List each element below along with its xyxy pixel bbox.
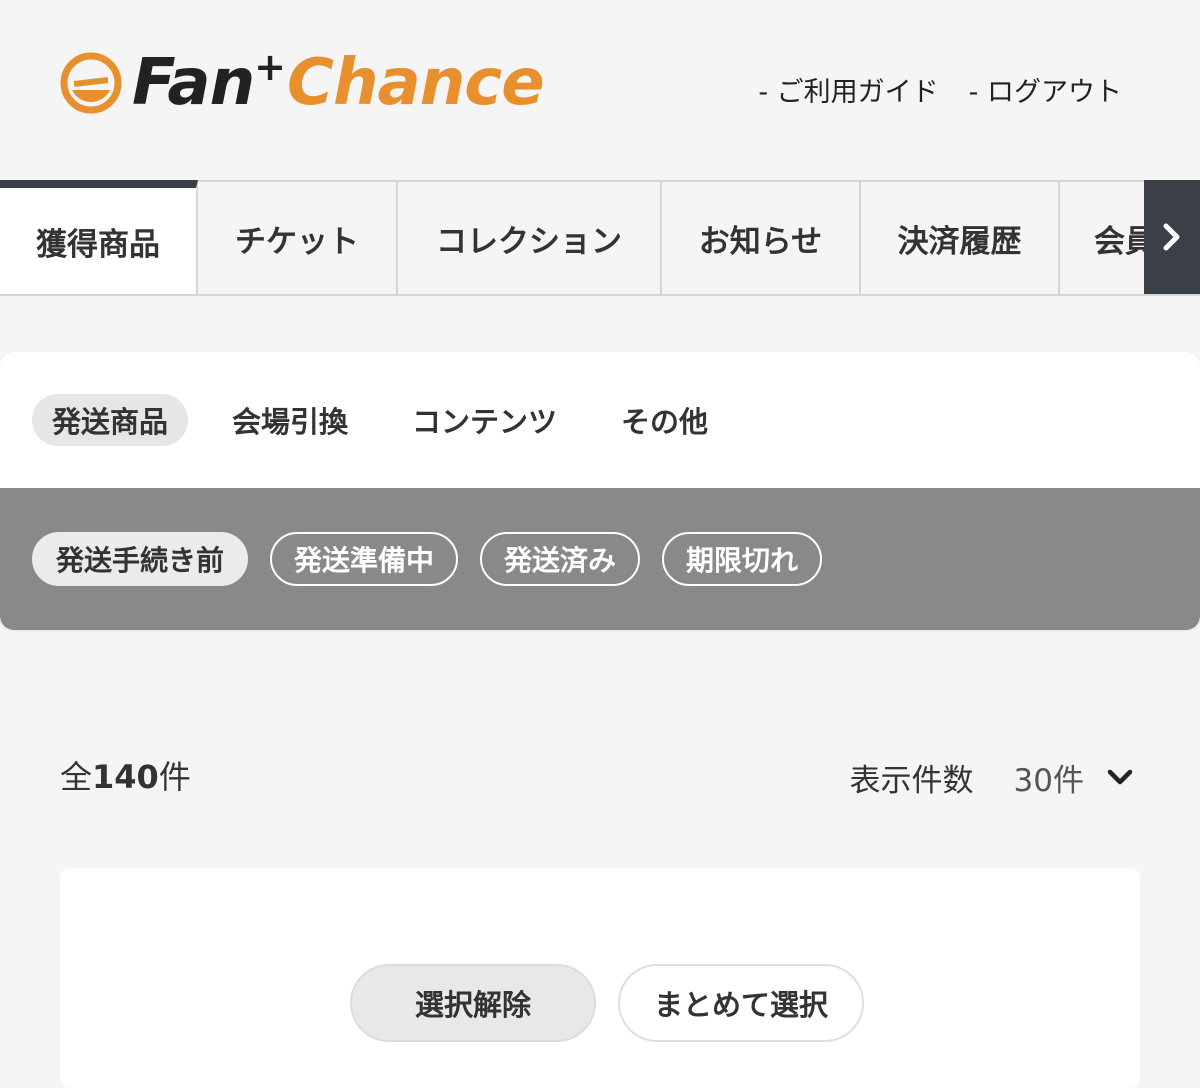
logo-plus-text: + bbox=[254, 45, 286, 89]
item-list-card: 選択解除 まとめて選択 bbox=[60, 868, 1140, 1088]
logo-mark-icon bbox=[60, 52, 122, 114]
category-tabs: 発送商品 会場引換 コンテンツ その他 bbox=[32, 394, 728, 446]
per-page-value: 30件 bbox=[1013, 763, 1084, 799]
chevron-down-icon bbox=[1107, 769, 1133, 784]
chip-shipped[interactable]: 発送済み bbox=[480, 532, 641, 586]
subtab-shipping-items[interactable]: 発送商品 bbox=[32, 394, 189, 446]
logo-chance-text: Chance bbox=[286, 46, 545, 120]
per-page-label: 表示件数 bbox=[849, 763, 974, 799]
header-links: - ご利用ガイド - ログアウト bbox=[758, 70, 1122, 109]
count-number: 140 bbox=[92, 758, 159, 796]
logo-wordmark: Fan + Chance bbox=[132, 45, 545, 120]
count-suffix: 件 bbox=[158, 758, 191, 796]
guide-link[interactable]: - ご利用ガイド bbox=[758, 70, 938, 109]
chip-preparing[interactable]: 発送準備中 bbox=[270, 532, 459, 586]
site-header: Fan + Chance - ご利用ガイド - ログアウト bbox=[0, 0, 1200, 180]
result-count: 全140件 bbox=[60, 752, 191, 798]
status-chips: 発送手続き前 発送準備中 発送済み 期限切れ bbox=[32, 532, 823, 586]
tab-notices[interactable]: お知らせ bbox=[662, 180, 861, 294]
tab-collection[interactable]: コレクション bbox=[398, 180, 662, 294]
logo-fan-text: Fan bbox=[132, 46, 255, 120]
chevron-right-icon bbox=[1163, 223, 1180, 251]
tab-scroll-next-button[interactable] bbox=[1144, 180, 1200, 294]
main-tab-bar: 獲得商品 チケット コレクション お知らせ 決済履歴 会員 bbox=[0, 180, 1200, 296]
count-prefix: 全 bbox=[60, 758, 93, 796]
subtab-venue-exchange[interactable]: 会場引換 bbox=[212, 394, 368, 446]
chip-expired[interactable]: 期限切れ bbox=[662, 532, 823, 586]
subtab-other[interactable]: その他 bbox=[601, 394, 728, 446]
fanchance-logo[interactable]: Fan + Chance bbox=[60, 45, 545, 120]
per-page-control: 表示件数 30件 bbox=[850, 755, 1134, 800]
status-filter-bar: 発送手続き前 発送準備中 発送済み 期限切れ bbox=[0, 488, 1200, 630]
logout-link[interactable]: - ログアウト bbox=[969, 70, 1122, 109]
filter-panel: 発送商品 会場引換 コンテンツ その他 発送手続き前 発送準備中 発送済み 期限… bbox=[0, 352, 1200, 630]
chip-before-shipping[interactable]: 発送手続き前 bbox=[32, 532, 249, 586]
bulk-select-button[interactable]: まとめて選択 bbox=[618, 964, 864, 1042]
tab-tickets[interactable]: チケット bbox=[198, 180, 398, 294]
clear-selection-button[interactable]: 選択解除 bbox=[350, 964, 596, 1042]
tab-acquired-items[interactable]: 獲得商品 bbox=[0, 180, 198, 294]
subtab-contents[interactable]: コンテンツ bbox=[392, 394, 577, 446]
tab-payment-history[interactable]: 決済履歴 bbox=[861, 180, 1060, 294]
per-page-select[interactable]: 30件 bbox=[1014, 755, 1134, 800]
